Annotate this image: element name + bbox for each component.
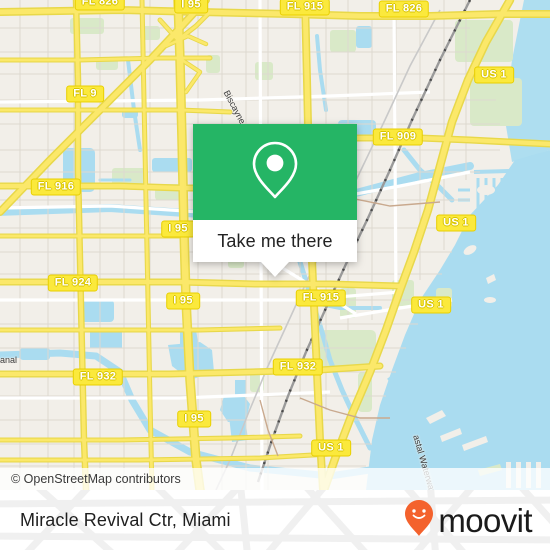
road-shield: FL 924 — [47, 274, 99, 292]
road-shield: I 95 — [177, 410, 211, 428]
location-popup-card[interactable]: Take me there — [193, 124, 357, 277]
moovit-wordmark: moovit — [438, 501, 532, 539]
road-shield: I 95 — [161, 220, 195, 238]
road-shield: US 1 — [436, 214, 476, 232]
road-shield: FL 932 — [272, 358, 324, 376]
road-shield: FL 915 — [295, 289, 347, 307]
road-shield: FL 909 — [372, 128, 424, 146]
road-shield: US 1 — [474, 66, 514, 84]
map-text-label: anal — [0, 355, 18, 365]
take-me-there-button[interactable]: Take me there — [217, 231, 332, 252]
moovit-logo[interactable]: moovit — [404, 490, 533, 550]
road-shield: I 95 — [166, 292, 200, 310]
moovit-map-screen: FL 826 I 95 FL 915 FL 826 US 1 FL 9 FL 909 FL 9… — [0, 0, 550, 550]
popup-header — [193, 124, 357, 220]
road-shield: FL 826 — [378, 0, 430, 18]
map-pin-icon — [250, 139, 300, 206]
footer-bar: Miracle Revival Ctr, Miami moovit — [0, 490, 550, 550]
road-shield: US 1 — [411, 296, 451, 314]
road-shield: US 1 — [311, 439, 351, 457]
road-shield: FL 916 — [30, 178, 82, 196]
road-shield: FL 915 — [279, 0, 331, 16]
map-attribution[interactable]: © OpenStreetMap contributors — [0, 468, 550, 490]
road-shield: FL 9 — [66, 85, 104, 103]
road-shield: FL 826 — [74, 0, 126, 11]
popup-pointer-tail — [261, 262, 289, 277]
place-title: Miracle Revival Ctr, Miami — [20, 510, 231, 530]
road-shield: I 95 — [174, 0, 208, 14]
road-shield: FL 932 — [72, 368, 124, 386]
moovit-smile-pin-icon — [404, 499, 434, 542]
popup-footer[interactable]: Take me there — [193, 220, 357, 262]
